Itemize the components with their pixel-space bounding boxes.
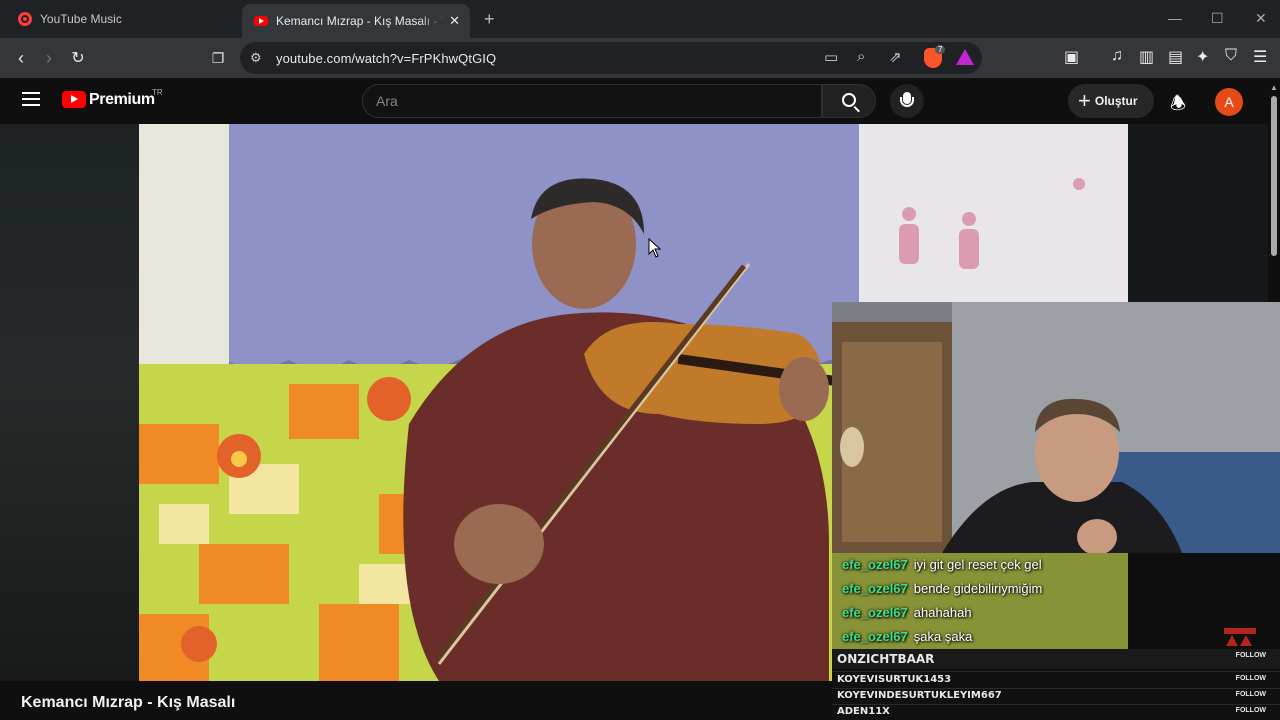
back-icon[interactable]: ‹ (9, 46, 33, 70)
site-settings-icon[interactable]: ⚙ (250, 50, 262, 66)
reload-icon[interactable]: ↻ (66, 46, 90, 70)
shields-count-badge: 7 (935, 45, 946, 54)
chat-username: efe_ozel67 (842, 557, 908, 572)
sidebar-icon[interactable]: ▥ (1139, 47, 1154, 67)
leo-ai-icon[interactable]: ✦ (1196, 47, 1209, 67)
search-button[interactable] (822, 84, 876, 118)
address-bar[interactable]: ⚙ youtube.com/watch?v=FrPKhwQtGIQ ▭ ⌕ ⇗ … (240, 42, 982, 74)
follower-name: KOYEVINDESURTUKLEYIM667 (837, 690, 1002, 701)
divider (832, 671, 1280, 672)
voice-search-button[interactable] (890, 84, 924, 118)
microphone-icon (900, 92, 914, 107)
youtube-music-icon (18, 12, 32, 26)
follow-tag: FOLLOW (1235, 675, 1266, 682)
chat-text: şaka şaka (913, 629, 973, 644)
chat-text: bende gidebiliriymiğim (913, 581, 1043, 596)
stream-chat-overlay: efe_ozel67 iyi git gel reset çek gel efe_… (832, 553, 1128, 649)
media-icon[interactable]: ♫ (1111, 47, 1123, 65)
tab-youtube-music[interactable]: YouTube Music (10, 4, 235, 34)
create-label: Oluştur (1094, 94, 1138, 108)
chat-text: iyi git gel reset çek gel (913, 557, 1042, 572)
region-code: TR (152, 88, 163, 97)
tab-title: YouTube Music (40, 12, 122, 26)
latest-follower-name: ONZICHTBAAR (837, 652, 935, 666)
reader-mode-icon[interactable]: ▣ (1064, 47, 1079, 67)
mouse-cursor-icon (648, 238, 662, 258)
follow-tag: FOLLOW (1235, 652, 1266, 659)
minimize-icon[interactable]: — (1168, 10, 1182, 26)
follow-tag: FOLLOW (1235, 707, 1266, 714)
plus-icon: + (1078, 88, 1091, 113)
url-text[interactable]: youtube.com/watch?v=FrPKhwQtGIQ (276, 51, 496, 66)
follow-tag: FOLLOW (1235, 691, 1266, 698)
account-avatar[interactable]: A (1215, 88, 1243, 116)
chat-username: efe_ozel67 (842, 605, 908, 620)
notifications-bell-icon[interactable]: 🕭 (1170, 91, 1186, 121)
chat-message: efe_ozel67 bende gidebiliriymiğim (842, 581, 1042, 596)
youtube-icon (254, 16, 268, 26)
vpn-icon[interactable]: ⛉ (1225, 47, 1237, 65)
scrollbar-thumb[interactable] (1271, 96, 1277, 256)
chat-message: efe_ozel67 şaka şaka (842, 629, 972, 644)
recent-followers-panel: ONZICHTBAAR FOLLOW KOYEVISURTUK1453 FOLL… (832, 649, 1280, 720)
maximize-icon[interactable]: ☐ (1211, 10, 1224, 27)
search-input[interactable] (362, 84, 822, 118)
follower-name: ADEN11X (837, 706, 890, 717)
tab-strip: YouTube Music Kemancı Mızrap - Kış Masal… (0, 0, 1280, 38)
bookmark-icon[interactable]: ❐ (206, 46, 230, 70)
chat-message: efe_ozel67 iyi git gel reset çek gel (842, 557, 1042, 572)
chat-text: ahahahah (913, 605, 972, 620)
chat-message: efe_ozel67 ahahahah (842, 605, 972, 620)
close-tab-icon[interactable]: ✕ (449, 13, 460, 29)
browser-toolbar: ‹ › ↻ ❐ ⚙ youtube.com/watch?v=FrPKhwQtGI… (0, 38, 1280, 78)
latest-follower-row: ONZICHTBAAR FOLLOW (832, 649, 1280, 669)
guide-menu-icon[interactable] (22, 92, 40, 106)
channel-logo-icon (1224, 628, 1256, 646)
cast-icon[interactable]: ▭ (824, 48, 838, 66)
ambient-background (0, 124, 139, 681)
scroll-up-icon[interactable]: ▲ (1270, 83, 1278, 92)
streamer-webcam (832, 302, 1280, 553)
page-scrollbar[interactable]: ▲ (1268, 80, 1280, 302)
ambient-background-right (1128, 124, 1268, 304)
close-icon[interactable]: ✕ (1255, 10, 1267, 27)
wallet-icon[interactable]: ▤ (1168, 47, 1183, 67)
webcam-frame (832, 302, 1280, 553)
forward-icon[interactable]: › (37, 46, 61, 70)
youtube-header: Premium TR + Oluştur 🕭 A (0, 78, 1280, 124)
brave-rewards-icon[interactable] (956, 49, 974, 65)
search-icon (842, 93, 856, 107)
create-button[interactable]: + Oluştur (1068, 84, 1154, 118)
divider (832, 704, 1280, 705)
plus-icon[interactable]: + (484, 9, 495, 30)
divider (832, 688, 1280, 689)
menu-icon[interactable]: ☰ (1253, 47, 1267, 67)
youtube-logo-icon[interactable] (62, 91, 86, 108)
tab-active-video[interactable]: Kemancı Mızrap - Kış Masalı - YouTube ✕ (242, 4, 470, 38)
chat-username: efe_ozel67 (842, 581, 908, 596)
video-title: Kemancı Mızrap - Kış Masalı (21, 694, 236, 711)
share-icon[interactable]: ⇗ (889, 48, 902, 66)
zoom-icon[interactable]: ⌕ (857, 48, 865, 65)
premium-wordmark[interactable]: Premium (89, 91, 155, 109)
follower-name: KOYEVISURTUK1453 (837, 674, 952, 685)
chat-username: efe_ozel67 (842, 629, 908, 644)
tab-title: Kemancı Mızrap - Kış Masalı - YouTube (276, 14, 444, 28)
